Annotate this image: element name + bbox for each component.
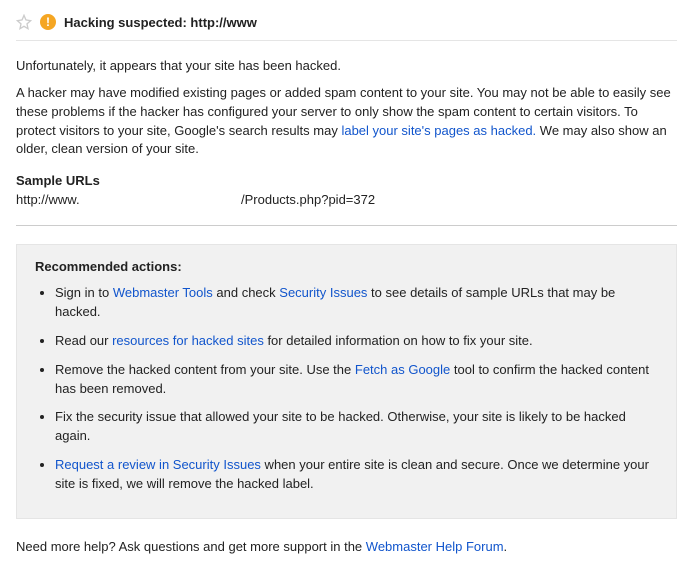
- star-icon[interactable]: [16, 14, 32, 30]
- sample-url-row: http://www. /Products.php?pid=372: [16, 192, 677, 207]
- label-pages-link[interactable]: label your site's pages as hacked.: [341, 123, 536, 138]
- body-text: A hacker may have modified existing page…: [16, 84, 677, 159]
- text: for detailed information on how to fix y…: [264, 333, 533, 348]
- security-issues-link[interactable]: Security Issues: [279, 285, 367, 300]
- request-review-link[interactable]: Request a review in Security Issues: [55, 457, 261, 472]
- recommended-actions-list: Sign in to Webmaster Tools and check Sec…: [35, 284, 658, 494]
- hacked-sites-resources-link[interactable]: resources for hacked sites: [112, 333, 264, 348]
- recommended-actions-heading: Recommended actions:: [35, 259, 658, 274]
- divider: [16, 225, 677, 226]
- text: Sign in to: [55, 285, 113, 300]
- text: and check: [213, 285, 280, 300]
- sample-url-host: http://www.: [16, 192, 241, 207]
- fetch-as-google-link[interactable]: Fetch as Google: [355, 362, 450, 377]
- text: Read our: [55, 333, 112, 348]
- webmaster-help-forum-link[interactable]: Webmaster Help Forum: [366, 539, 504, 554]
- warning-icon: !: [40, 14, 56, 30]
- list-item: Read our resources for hacked sites for …: [55, 332, 658, 351]
- message-title: Hacking suspected: http://www: [64, 15, 257, 30]
- sample-urls-heading: Sample URLs: [16, 173, 677, 188]
- footer-text: Need more help? Ask questions and get mo…: [16, 539, 677, 554]
- list-item: Request a review in Security Issues when…: [55, 456, 658, 494]
- text: .: [504, 539, 508, 554]
- webmaster-tools-link[interactable]: Webmaster Tools: [113, 285, 213, 300]
- text: Remove the hacked content from your site…: [55, 362, 355, 377]
- list-item: Fix the security issue that allowed your…: [55, 408, 658, 446]
- recommended-actions-box: Recommended actions: Sign in to Webmaste…: [16, 244, 677, 519]
- sample-url-path: /Products.php?pid=372: [241, 192, 375, 207]
- intro-text: Unfortunately, it appears that your site…: [16, 57, 677, 76]
- message-header: ! Hacking suspected: http://www: [16, 14, 677, 41]
- list-item: Sign in to Webmaster Tools and check Sec…: [55, 284, 658, 322]
- text: Need more help? Ask questions and get mo…: [16, 539, 366, 554]
- list-item: Remove the hacked content from your site…: [55, 361, 658, 399]
